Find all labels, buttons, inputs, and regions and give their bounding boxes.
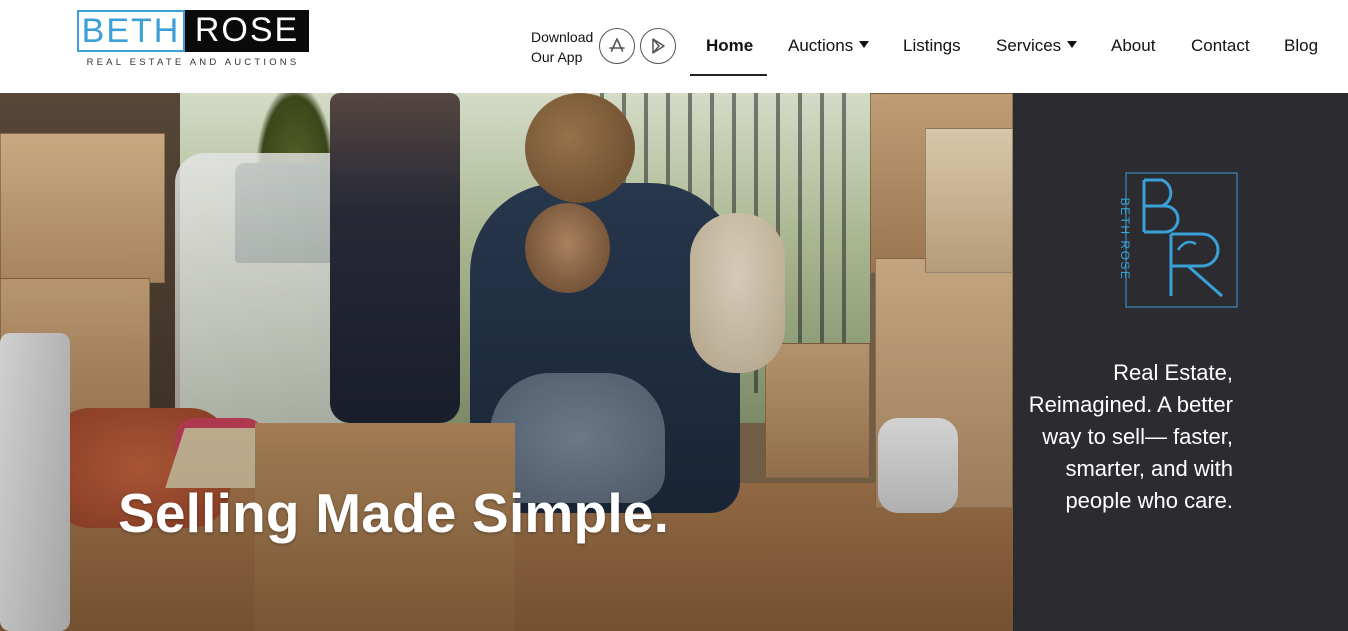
nav-services-label: Services: [996, 36, 1062, 55]
site-header: BETH ROSE REAL ESTATE AND AUCTIONS Downl…: [0, 0, 1348, 93]
logo-word-beth: BETH: [77, 10, 185, 52]
nav-blog[interactable]: Blog: [1284, 36, 1318, 56]
hero-banner: [0, 93, 1013, 631]
side-tagline: Real Estate, Reimagined. A better way to…: [1028, 360, 1233, 513]
download-app-label-line2: Our App: [531, 49, 583, 65]
monogram-icon: [1125, 172, 1238, 308]
nav-about-label: About: [1111, 36, 1156, 55]
monogram-vertical-text: BETH ROSE: [1118, 197, 1132, 281]
hero-title: Selling Made Simple.: [118, 482, 670, 544]
nav-home[interactable]: Home: [706, 36, 753, 56]
hero-overlay: [0, 93, 1013, 631]
nav-blog-label: Blog: [1284, 36, 1319, 55]
nav-contact[interactable]: Contact: [1191, 36, 1250, 56]
nav-auctions-label: Auctions: [788, 36, 854, 55]
nav-services[interactable]: Services: [996, 36, 1078, 56]
br-monogram-logo: BETH ROSE: [1116, 172, 1240, 310]
download-app-label-line1: Download: [531, 29, 594, 45]
nav-about[interactable]: About: [1111, 36, 1155, 56]
caret-down-icon: [859, 41, 870, 48]
nav-active-indicator: [690, 74, 767, 76]
nav-listings-label: Listings: [903, 36, 961, 55]
nav-home-label: Home: [706, 36, 754, 55]
logo-word-rose: ROSE: [185, 10, 309, 52]
app-store-icon: [609, 38, 625, 52]
nav-listings[interactable]: Listings: [903, 36, 961, 56]
google-play-icon: [652, 38, 665, 54]
logo-tagline: REAL ESTATE AND AUCTIONS: [86, 57, 300, 68]
download-app-label: Download Our App: [531, 27, 601, 67]
site-logo[interactable]: BETH ROSE REAL ESTATE AND AUCTIONS: [77, 10, 309, 70]
app-store-button[interactable]: [599, 28, 635, 64]
logo-wordmark: BETH ROSE: [77, 10, 309, 52]
google-play-button[interactable]: [640, 28, 676, 64]
nav-contact-label: Contact: [1191, 36, 1250, 55]
nav-auctions[interactable]: Auctions: [788, 36, 870, 56]
caret-down-icon: [1067, 41, 1078, 48]
